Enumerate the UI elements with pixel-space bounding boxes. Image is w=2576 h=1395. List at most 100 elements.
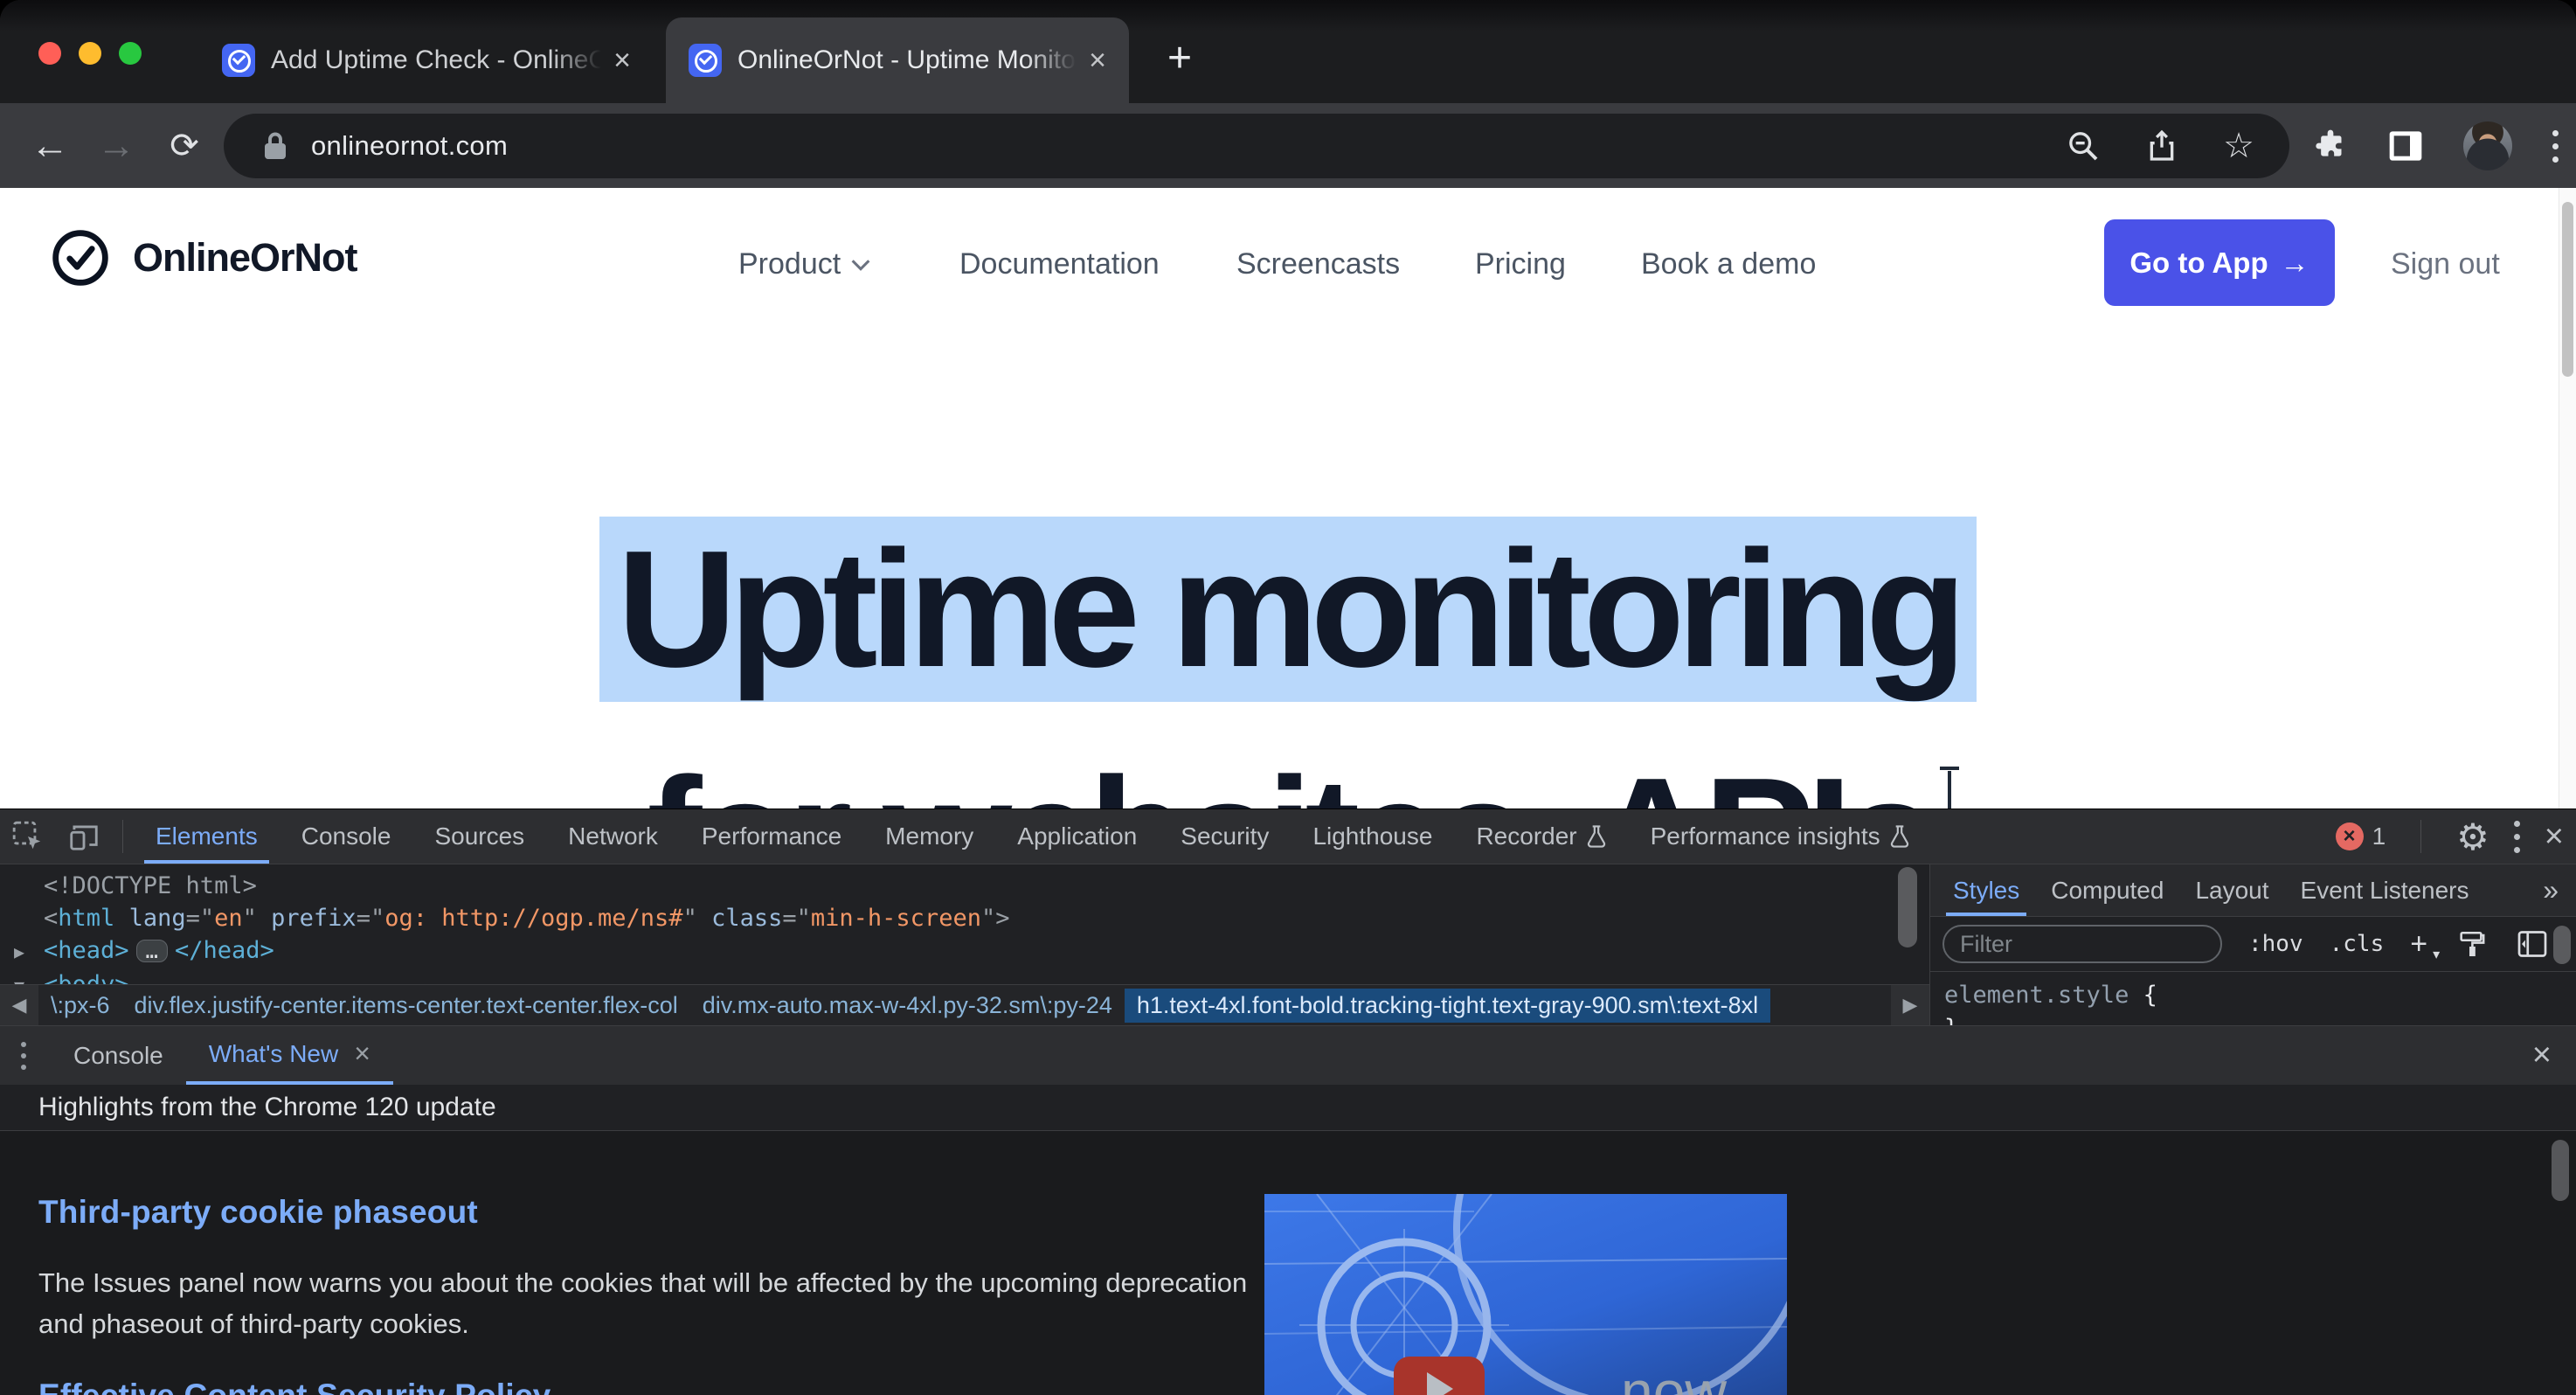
breadcrumb-item[interactable]: div.mx-auto.max-w-4xl.py-32.sm\:py-24 xyxy=(690,989,1125,1023)
styles-filter-input[interactable]: Filter xyxy=(1942,925,2222,963)
whats-new-section2-title[interactable]: Effective Content Security Policy xyxy=(38,1378,551,1395)
site-logo[interactable]: OnlineOrNot xyxy=(51,228,357,288)
devtools-tab-security[interactable]: Security xyxy=(1159,809,1291,864)
lock-icon[interactable] xyxy=(262,130,288,162)
devtools-tab-elements[interactable]: Elements xyxy=(134,809,280,864)
breadcrumb-item[interactable]: \:px-6 xyxy=(38,989,122,1023)
browser-tab-onlineornot-active[interactable]: OnlineOrNot - Uptime Monitor × xyxy=(666,17,1129,103)
elements-breadcrumbs: ◀ \:px-6 div.flex.justify-center.items-c… xyxy=(0,984,1929,1025)
code-html-line[interactable]: <html lang="en" prefix="og: http://ogp.m… xyxy=(14,902,1929,934)
nav-documentation[interactable]: Documentation xyxy=(959,247,1160,281)
whats-new-section1-title[interactable]: Third-party cookie phaseout xyxy=(38,1194,478,1231)
tab-close-icon[interactable]: × xyxy=(1089,45,1106,75)
site-brand-name: OnlineOrNot xyxy=(133,235,357,281)
sidebar-tab-computed[interactable]: Computed xyxy=(2035,864,2179,916)
back-button[interactable]: ← xyxy=(24,121,75,171)
tab-label: What's New xyxy=(209,1040,339,1068)
sign-out-link[interactable]: Sign out xyxy=(2391,247,2500,281)
inspect-element-icon[interactable] xyxy=(0,809,56,864)
nav-label: Documentation xyxy=(959,247,1160,281)
collapsed-ellipsis-button[interactable]: … xyxy=(136,940,168,962)
breadcrumb-item[interactable]: div.flex.justify-center.items-center.tex… xyxy=(122,989,690,1023)
new-style-rule-button[interactable]: +▾ xyxy=(2410,927,2427,961)
hero-heading: Uptime monitoring for websites, APIs xyxy=(0,496,2576,809)
side-panel-icon[interactable] xyxy=(2388,128,2423,163)
devtools-tab-sources[interactable]: Sources xyxy=(412,809,546,864)
sidebar-tab-styles[interactable]: Styles xyxy=(1937,864,2035,916)
styles-tabbar: Styles Computed Layout Event Listeners » xyxy=(1930,864,2576,917)
styles-scrollbar-thumb[interactable] xyxy=(2553,926,2571,964)
onlineornot-favicon xyxy=(222,44,255,77)
toggle-hover-state-button[interactable]: :hov xyxy=(2248,931,2303,957)
go-to-app-button[interactable]: Go to App → xyxy=(2104,219,2335,306)
devtools-tab-lighthouse[interactable]: Lighthouse xyxy=(1291,809,1454,864)
more-tabs-icon[interactable]: » xyxy=(2543,874,2576,906)
browser-toolbar: ← → ⟳ onlineornot.com xyxy=(0,103,2576,188)
nav-label: Product xyxy=(738,247,841,281)
code-head-line[interactable]: ▶<head>…</head> xyxy=(14,934,1929,968)
hero-line1-selected: Uptime monitoring xyxy=(599,517,1977,702)
nav-screencasts[interactable]: Screencasts xyxy=(1236,247,1400,281)
nav-pricing[interactable]: Pricing xyxy=(1475,247,1566,281)
elements-scrollbar-thumb[interactable] xyxy=(1898,867,1917,947)
devtools-tab-memory[interactable]: Memory xyxy=(863,809,995,864)
drawer-tab-console[interactable]: Console xyxy=(51,1026,186,1085)
nav-product[interactable]: Product xyxy=(738,247,870,281)
tab-title: Add Uptime Check - OnlineOr xyxy=(271,45,601,75)
devtools-tab-performance[interactable]: Performance xyxy=(680,809,863,864)
devtools-tab-application[interactable]: Application xyxy=(995,809,1159,864)
console-error-badge[interactable]: × 1 xyxy=(2336,822,2386,850)
collapse-arrow-icon[interactable]: ▼ xyxy=(14,970,44,984)
toggle-classes-button[interactable]: .cls xyxy=(2330,931,2385,957)
toggle-sidebar-panel-icon[interactable] xyxy=(2515,927,2550,961)
page-scrollbar-thumb[interactable] xyxy=(2562,202,2573,377)
tab-close-icon[interactable]: × xyxy=(613,45,631,75)
video-play-button[interactable] xyxy=(1394,1357,1485,1395)
drawer-menu-icon[interactable] xyxy=(21,1042,26,1070)
devtools-settings-gear-icon[interactable]: ⚙ xyxy=(2456,815,2489,858)
styles-toolbar: Filter :hov .cls +▾ xyxy=(1930,917,2576,972)
devtools-menu-icon[interactable] xyxy=(2514,821,2520,853)
bookmark-star-icon[interactable]: ☆ xyxy=(2223,126,2254,166)
devtools-tab-recorder[interactable]: Recorder xyxy=(1454,809,1628,864)
reload-button[interactable]: ⟳ xyxy=(159,121,210,171)
whats-new-video-thumbnail[interactable]: now xyxy=(1264,1194,1787,1395)
minimize-window-button[interactable] xyxy=(79,42,101,65)
new-tab-button[interactable]: + xyxy=(1155,33,1204,82)
drawer-tab-whats-new-active[interactable]: What's New × xyxy=(186,1026,393,1085)
close-window-button[interactable] xyxy=(38,42,61,65)
zoom-out-icon[interactable] xyxy=(2066,128,2101,163)
fullscreen-window-button[interactable] xyxy=(119,42,142,65)
whats-new-content: Third-party cookie phaseout The Issues p… xyxy=(0,1131,2576,1395)
share-icon[interactable] xyxy=(2144,128,2179,163)
drawer-tab-close-icon[interactable]: × xyxy=(354,1038,370,1070)
webpage-viewport: OnlineOrNot Product Documentation Screen… xyxy=(0,188,2576,809)
rendering-paint-icon[interactable] xyxy=(2454,927,2489,961)
device-toolbar-icon[interactable] xyxy=(56,809,112,864)
elements-tree[interactable]: <!DOCTYPE html> <html lang="en" prefix="… xyxy=(0,864,1929,984)
breadcrumb-item-selected[interactable]: h1.text-4xl.font-bold.tracking-tight.tex… xyxy=(1125,989,1770,1023)
profile-avatar[interactable] xyxy=(2463,121,2512,170)
forward-button[interactable]: → xyxy=(91,121,142,171)
browser-menu-icon[interactable] xyxy=(2552,130,2559,163)
devtools-tab-console[interactable]: Console xyxy=(280,809,413,864)
logo-check-icon xyxy=(51,228,110,288)
address-bar[interactable]: onlineornot.com ☆ xyxy=(224,114,2289,178)
page-scrollbar[interactable] xyxy=(2559,188,2576,809)
expand-arrow-icon[interactable]: ▶ xyxy=(14,936,44,968)
chevron-down-icon xyxy=(851,259,870,271)
devtools-tab-performance-insights[interactable]: Performance insights xyxy=(1629,809,1932,864)
extensions-puzzle-icon[interactable] xyxy=(2313,128,2348,163)
code-body-line[interactable]: ▼<body> xyxy=(14,968,1929,984)
sidebar-tab-layout[interactable]: Layout xyxy=(2179,864,2284,916)
devtools-close-icon[interactable]: × xyxy=(2545,818,2564,856)
drawer-close-icon[interactable]: × xyxy=(2532,1037,2552,1074)
devtools-tab-network[interactable]: Network xyxy=(546,809,680,864)
breadcrumb-scroll-right-button[interactable]: ▶ xyxy=(1891,985,1929,1025)
breadcrumb-scroll-left-button[interactable]: ◀ xyxy=(0,985,38,1025)
sidebar-tab-event-listeners[interactable]: Event Listeners xyxy=(2285,864,2485,916)
nav-book-a-demo[interactable]: Book a demo xyxy=(1641,247,1816,281)
browser-tab-add-uptime-check[interactable]: Add Uptime Check - OnlineOr × xyxy=(199,17,654,103)
tab-label: Lighthouse xyxy=(1312,822,1432,850)
whats-new-scrollbar-thumb[interactable] xyxy=(2552,1140,2569,1201)
